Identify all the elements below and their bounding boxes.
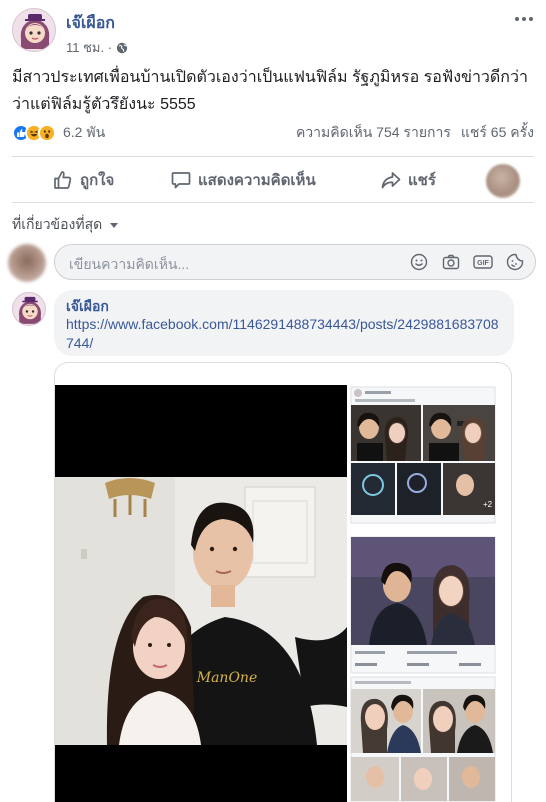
post-stats: ความคิดเห็น 754 รายการ แชร์ 65 ครั้ง <box>296 122 534 144</box>
comment-input[interactable]: เขียนความคิดเห็น... GIF <box>54 244 536 280</box>
dot-icon <box>529 17 533 21</box>
svg-text:+2: +2 <box>483 500 493 509</box>
post-time[interactable]: 11 ชม. · <box>66 37 112 58</box>
author-name[interactable]: เจ๊เผือก <box>66 11 115 36</box>
reaction-count[interactable]: 6.2 พัน <box>63 122 105 144</box>
post-meta: 11 ชม. · <box>66 37 128 58</box>
couple-photo-image: ManOne <box>55 477 347 745</box>
author-avatar[interactable] <box>12 8 56 52</box>
shares-count[interactable]: แชร์ 65 ครั้ง <box>461 122 534 144</box>
sort-label: ที่เกี่ยวข้องที่สุด <box>12 216 103 232</box>
comment-bubble-icon <box>171 172 191 189</box>
comment-sort-dropdown[interactable]: ที่เกี่ยวข้องที่สุด <box>12 214 119 236</box>
more-options-button[interactable] <box>512 10 536 28</box>
commenter-avatar[interactable] <box>12 292 46 326</box>
caret-down-icon <box>110 222 119 228</box>
divider <box>12 202 534 203</box>
share-button[interactable]: แชร์ <box>380 162 436 198</box>
globe-icon[interactable] <box>116 42 128 54</box>
link-preview-card[interactable]: ManOne +2 <box>54 362 512 802</box>
svg-text:ManOne: ManOne <box>196 670 257 686</box>
dot-icon <box>515 17 519 21</box>
like-button[interactable]: ถูกใจ <box>52 162 114 198</box>
commenter-name[interactable]: เจ๊เผือก <box>66 297 502 315</box>
sticker-icon[interactable] <box>505 252 525 272</box>
thumbs-up-icon <box>54 171 72 189</box>
share-label: แชร์ <box>408 172 436 189</box>
reaction-icons[interactable] <box>12 124 56 142</box>
dot-icon <box>522 17 526 21</box>
main-photo[interactable]: ManOne <box>55 385 347 802</box>
collage-image: +2 <box>347 385 511 802</box>
post-text: มีสาวประเทศเพื่อนบ้านเปิดตัวเองว่าเป็นแฟ… <box>12 69 528 113</box>
camera-icon[interactable] <box>441 252 461 272</box>
divider <box>12 156 534 157</box>
comment-bubble: เจ๊เผือก https://www.facebook.com/114629… <box>54 290 514 356</box>
composer-tools: GIF <box>409 252 525 272</box>
comment-label: แสดงความคิดเห็น <box>198 172 316 189</box>
like-label: ถูกใจ <box>80 172 115 189</box>
screenshot-collage[interactable]: +2 <box>347 385 511 802</box>
svg-text:GIF: GIF <box>477 260 489 267</box>
post-actions: ถูกใจ แสดงความคิดเห็น แชร์ <box>12 158 534 202</box>
wow-reaction-icon <box>38 124 56 142</box>
comment-composer: เขียนความคิดเห็น... GIF <box>8 242 538 284</box>
comment-button[interactable]: แสดงความคิดเห็น <box>170 162 316 198</box>
post-header: เจ๊เผือก 11 ชม. · <box>0 0 546 60</box>
emoji-icon[interactable] <box>409 252 429 272</box>
viewer-avatar[interactable] <box>8 244 46 282</box>
gif-icon[interactable]: GIF <box>473 252 493 272</box>
comments-count[interactable]: ความคิดเห็น 754 รายการ <box>296 122 451 144</box>
comment-placeholder: เขียนความคิดเห็น... <box>69 256 190 272</box>
share-arrow-icon <box>381 172 401 189</box>
share-as-avatar[interactable] <box>486 164 520 198</box>
reactions-row: 6.2 พัน ความคิดเห็น 754 รายการ แชร์ 65 ค… <box>12 120 534 146</box>
comment-link[interactable]: https://www.facebook.com/114629148873444… <box>66 315 502 353</box>
